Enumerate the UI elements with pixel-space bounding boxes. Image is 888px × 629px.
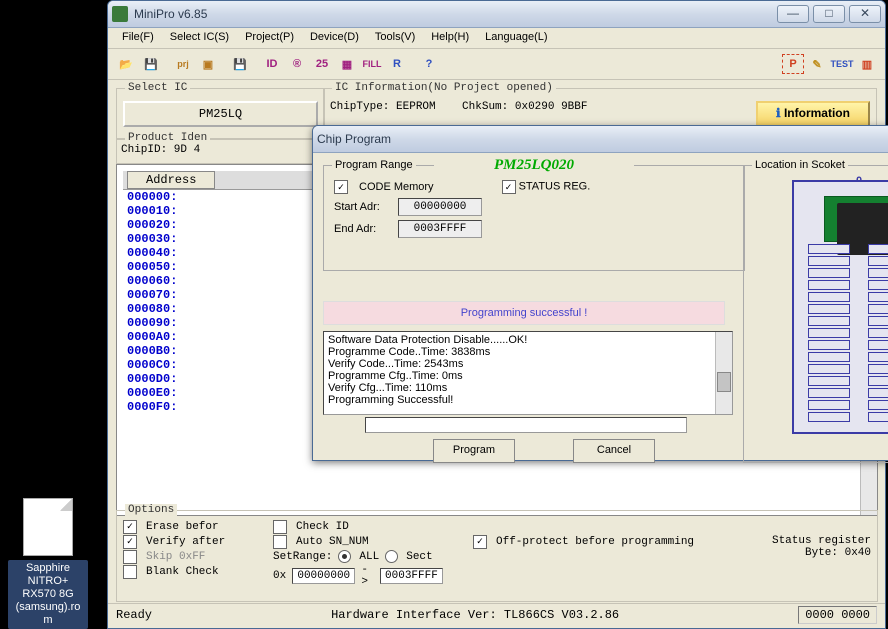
ic-info-label: IC Information(No Project opened) [332,82,556,94]
code-memory-checkbox[interactable] [334,180,348,194]
status-reg-byte: Status register Byte: 0x40 [733,519,871,589]
select-ic-label: Select IC [125,82,190,94]
sect-label: Sect [406,551,432,563]
start-adr-input[interactable]: 00000000 [398,198,482,216]
location-label: Location in Scoket [752,159,848,171]
program-range-label: Program Range [332,159,416,171]
range-all-radio[interactable] [338,550,351,563]
titlebar: MiniPro v6.85 — □ ✕ [108,1,885,28]
disk-icon[interactable]: 💾 [228,53,252,75]
toolbar: 📂 💾 prj ▣ 💾 ID ® 25 ▦ FILL R ? P ✎ TEST … [108,49,885,80]
r-icon[interactable]: R [385,53,409,75]
select-ic-button[interactable]: PM25LQ [123,101,318,127]
maximize-button[interactable]: □ [813,5,845,23]
progress-bar [365,417,687,433]
desktop-rom-file[interactable]: Sapphire NITRO+ RX570 8G (samsung).ro m [8,498,88,629]
status-reg-checkbox[interactable] [502,180,516,194]
status-hw: Hardware Interface Ver: TL866CS V03.2.86 [152,608,798,622]
options-label: Options [125,504,177,516]
rf-icon[interactable]: ® [285,53,309,75]
range-sect-radio[interactable] [385,550,398,563]
prj2-icon[interactable]: ▣ [196,53,220,75]
options-group: Options Erase befor Verify after Skip 0x… [116,510,878,602]
25-icon[interactable]: 25 [310,53,334,75]
minimize-button[interactable]: — [777,5,809,23]
id-icon[interactable]: ID [260,53,284,75]
close-button[interactable]: ✕ [849,5,881,23]
dialog-title: Chip Program [317,132,888,146]
cancel-button[interactable]: Cancel [573,439,655,463]
save-icon[interactable]: 💾 [139,53,163,75]
menu-file[interactable]: File(F) [114,28,162,48]
ox-label: 0x [273,570,286,582]
offprotect-checkbox[interactable] [473,535,487,549]
chip-icon[interactable]: ▦ [335,53,359,75]
prodid-label: Product Iden [125,132,210,144]
menu-help[interactable]: Help(H) [423,28,477,48]
chiptype-value: EEPROM [396,101,436,113]
menu-bar: File(F) Select IC(S) Project(P) Device(D… [108,28,885,49]
chip-graphic [824,196,888,242]
file-label: Sapphire NITRO+ RX570 8G (samsung).ro m [8,560,88,629]
skip-checkbox [123,550,137,564]
fill-icon[interactable]: FILL [360,53,384,75]
range-from[interactable]: 00000000 [292,568,355,584]
offprotect-label: Off-protect before programming [496,536,694,548]
log-scrollbar[interactable] [715,332,732,414]
end-adr-label: End Adr: [334,223,390,235]
menu-tools[interactable]: Tools(V) [367,28,423,48]
slot-icon[interactable]: ▥ [855,53,879,75]
socket-diagram [792,180,888,434]
erase-label: Erase befor [146,521,219,533]
chip-program-dialog: Chip Program ✕ Program Range PM25LQ020 C… [312,125,888,461]
code-memory-label: CODE Memory [359,181,434,193]
open-icon[interactable]: 📂 [114,53,138,75]
skip-label: Skip 0xFF [146,551,205,563]
chksum-label: ChkSum: [462,101,508,113]
autosn-label: Auto SN_NUM [296,536,369,548]
autosn-checkbox[interactable] [273,535,287,549]
log-output[interactable]: Software Data Protection Disable......OK… [323,331,733,415]
status-ready: Ready [116,608,152,622]
menu-language[interactable]: Language(L) [477,28,555,48]
all-label: ALL [359,551,379,563]
status-message: Programming successful ! [323,301,725,325]
status-bar: Ready Hardware Interface Ver: TL866CS V0… [108,603,885,626]
menu-device[interactable]: Device(D) [302,28,367,48]
chksum-value: 0x0290 9BBF [515,101,588,113]
checkid-checkbox[interactable] [273,520,287,534]
blank-label: Blank Check [146,566,219,578]
location-socket-group: Location in Scoket 0 [743,165,888,463]
setrange-label: SetRange: [273,551,332,563]
test-icon[interactable]: TEST [830,53,854,75]
checkid-label: Check ID [296,521,349,533]
chiptype-label: ChipType: [330,101,389,113]
blank-checkbox[interactable] [123,565,137,579]
end-adr-input[interactable]: 0003FFFF [398,220,482,238]
help-icon[interactable]: ? [417,53,441,75]
status-right: 0000 0000 [798,606,877,624]
hex-header: Address [127,171,215,189]
p-icon[interactable]: P [782,54,804,74]
verify-label: Verify after [146,536,225,548]
edit-icon[interactable]: ✎ [805,53,829,75]
file-icon [23,498,73,556]
menu-project[interactable]: Project(P) [237,28,302,48]
app-icon [112,6,128,22]
range-to[interactable]: 0003FFFF [380,568,443,584]
chipid-value: ChipID: 9D 4 [121,144,200,156]
chip-name: PM25LQ020 [434,157,634,174]
status-reg-label: STATUS REG. [519,181,591,193]
dialog-titlebar: Chip Program ✕ [313,126,888,153]
erase-checkbox[interactable] [123,520,137,534]
program-button[interactable]: Program [433,439,515,463]
prj-icon[interactable]: prj [171,53,195,75]
start-adr-label: Start Adr: [334,201,390,213]
arrow: -> [361,564,374,588]
verify-checkbox[interactable] [123,535,137,549]
window-title: MiniPro v6.85 [134,7,773,21]
program-range-group: Program Range PM25LQ020 CODE Memory STAT… [323,165,745,271]
menu-selectic[interactable]: Select IC(S) [162,28,237,48]
